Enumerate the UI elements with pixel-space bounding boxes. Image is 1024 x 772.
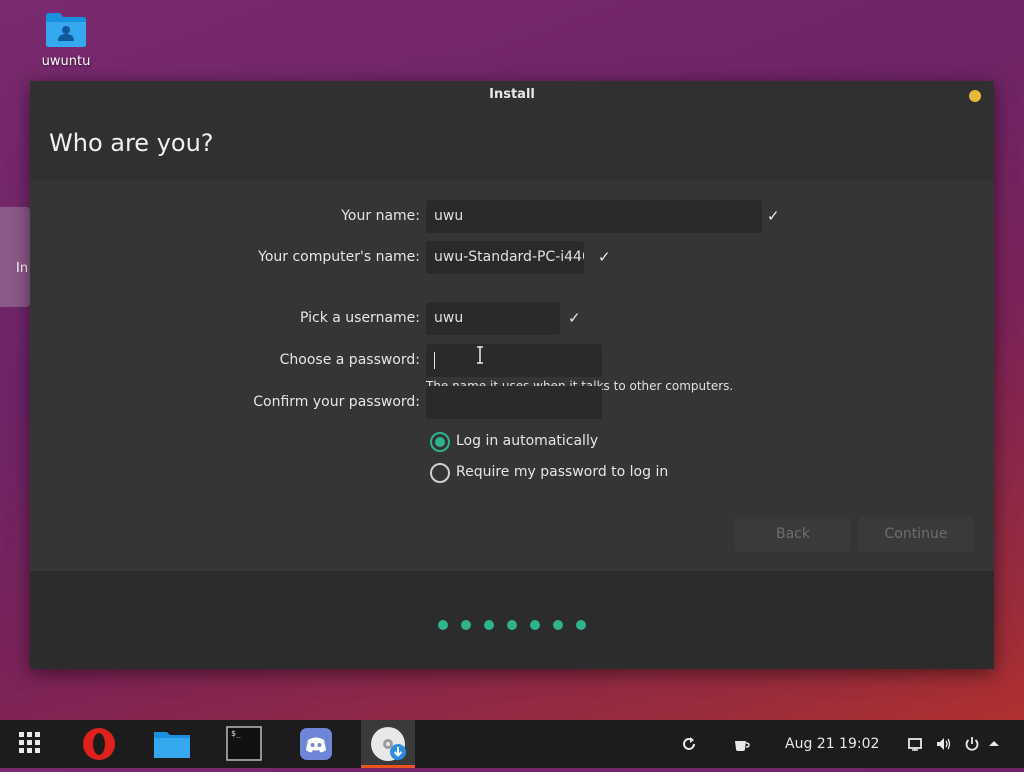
password-field[interactable]	[426, 344, 602, 377]
apps-grid-icon[interactable]	[5, 720, 59, 768]
opera-icon[interactable]	[72, 720, 126, 768]
user-form: Your name: uwu ✓ Your computer's name: u…	[30, 180, 994, 571]
radio-selected-icon[interactable]	[430, 432, 450, 452]
volume-icon[interactable]	[935, 735, 953, 753]
name-field[interactable]: uwu	[426, 200, 762, 233]
username-label: Pick a username:	[299, 310, 420, 326]
progress-footer	[30, 571, 994, 669]
installer-icon[interactable]	[361, 720, 415, 768]
progress-dots	[438, 615, 599, 634]
text-cursor-caret	[434, 352, 435, 369]
home-folder-label: uwuntu	[41, 54, 91, 69]
window-title: Install	[489, 87, 535, 102]
tray-expand-arrow-icon[interactable]	[988, 735, 1000, 753]
background-window-edge[interactable]: In	[0, 207, 30, 307]
continue-button[interactable]: Continue	[858, 517, 974, 552]
progress-dot	[484, 620, 494, 630]
confirm-password-label: Confirm your password:	[253, 394, 420, 410]
clock[interactable]: Aug 21 19:02	[785, 736, 879, 752]
username-valid-check-icon: ✓	[568, 309, 581, 327]
computer-name-label: Your computer's name:	[258, 249, 420, 265]
name-label: Your name:	[341, 208, 420, 224]
name-valid-check-icon: ✓	[767, 207, 780, 225]
display-icon[interactable]	[907, 735, 923, 753]
files-icon[interactable]	[145, 720, 199, 768]
page-header: Who are you?	[30, 109, 994, 180]
login-option-auto-label: Log in automatically	[456, 433, 599, 449]
terminal-prompt: $_	[231, 729, 241, 738]
progress-dot	[507, 620, 517, 630]
window-titlebar[interactable]: Install	[30, 81, 994, 109]
refresh-icon[interactable]	[680, 735, 698, 753]
i-beam-cursor-icon	[477, 346, 483, 364]
window-status-dot-icon[interactable]	[969, 90, 981, 102]
username-field[interactable]: uwu	[426, 302, 560, 335]
coffee-cup-icon[interactable]	[733, 735, 751, 753]
folder-user-icon	[45, 10, 87, 48]
progress-dot	[438, 620, 448, 630]
installer-window: Install Who are you? Your name: uwu ✓ Yo…	[30, 81, 994, 669]
login-option-password-label: Require my password to log in	[456, 464, 669, 480]
confirm-password-field[interactable]	[426, 386, 602, 419]
back-button[interactable]: Back	[735, 517, 851, 552]
password-label: Choose a password:	[279, 352, 420, 368]
terminal-icon[interactable]: $_	[217, 720, 271, 768]
progress-dot	[530, 620, 540, 630]
home-folder-desktop-icon[interactable]: uwuntu	[36, 10, 96, 69]
discord-icon[interactable]	[289, 720, 343, 768]
progress-dot	[576, 620, 586, 630]
page-title: Who are you?	[49, 129, 214, 157]
power-icon[interactable]	[963, 735, 981, 753]
radio-unselected-icon[interactable]	[430, 463, 450, 483]
background-window-text: In	[16, 261, 29, 276]
taskbar: $_ Aug 21 19:02	[0, 720, 1024, 768]
progress-dot	[461, 620, 471, 630]
computer-name-field[interactable]: uwu-Standard-PC-i440f	[426, 241, 584, 274]
computer-name-valid-check-icon: ✓	[598, 248, 611, 266]
progress-dot	[553, 620, 563, 630]
